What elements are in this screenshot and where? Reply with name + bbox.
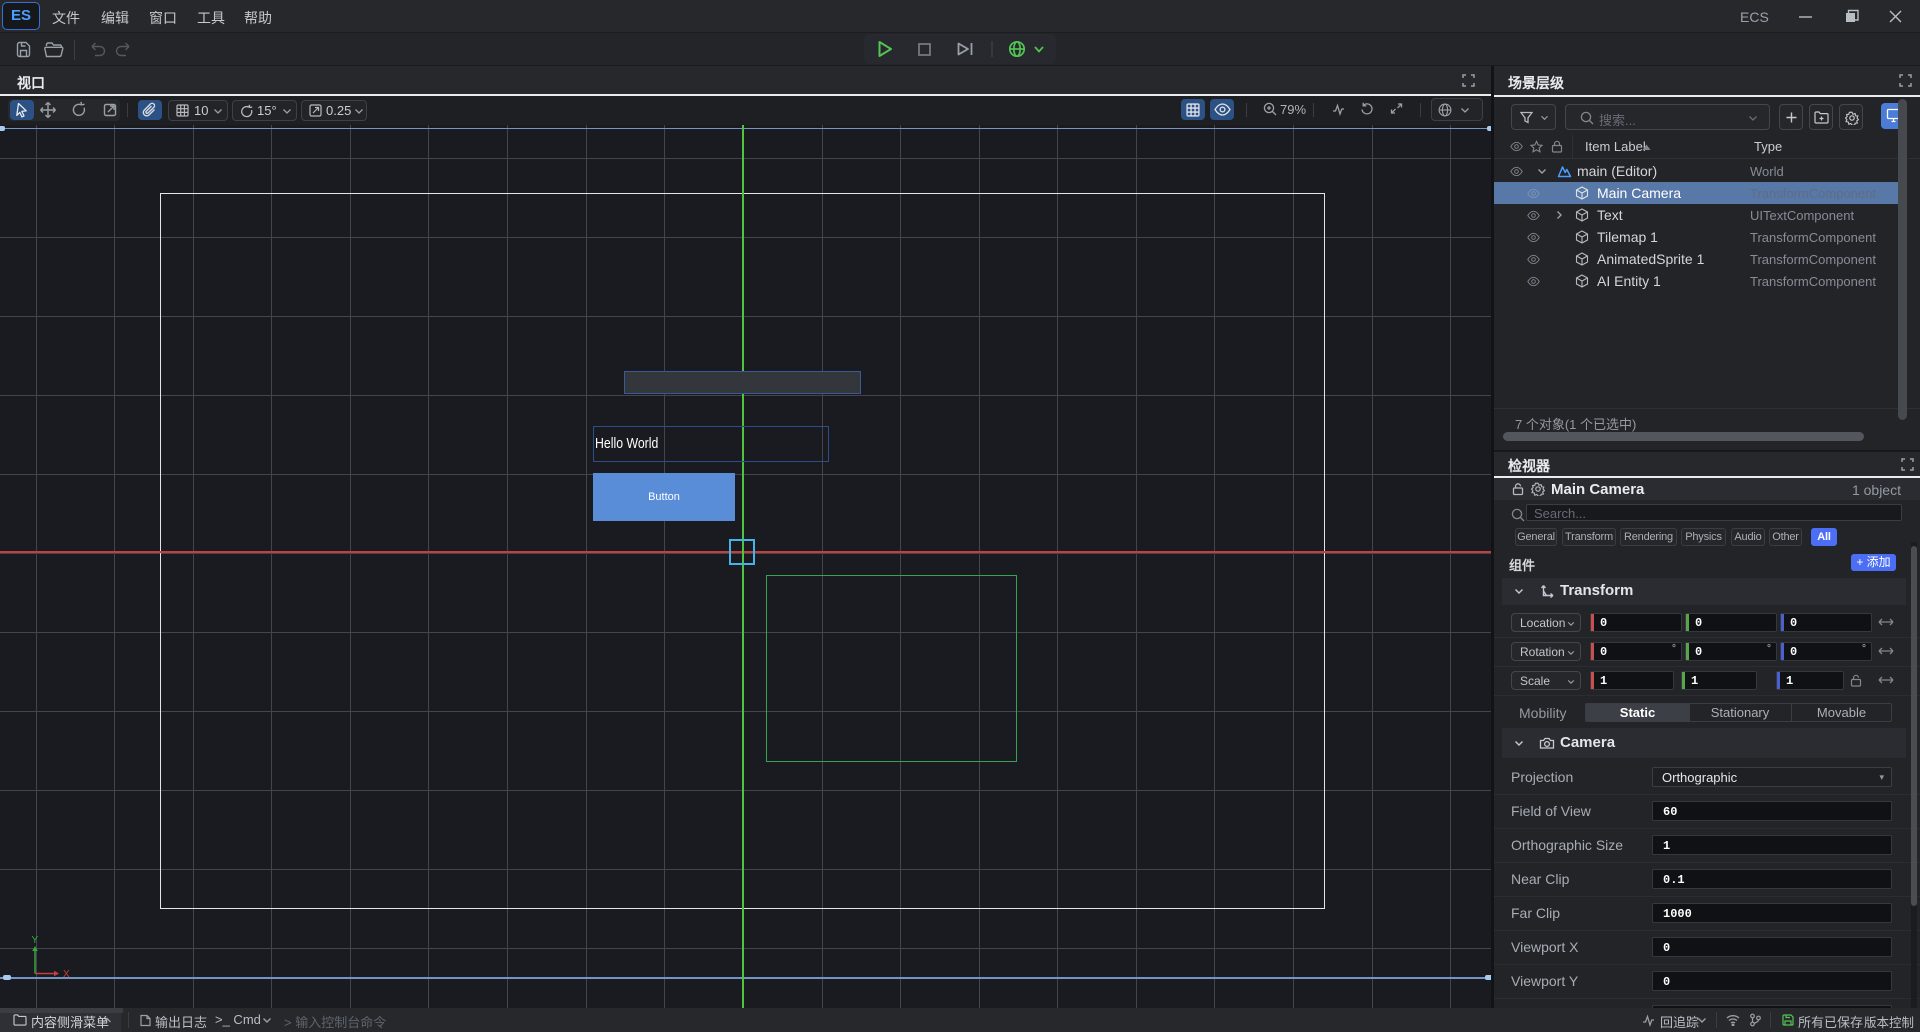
svg-text:Y: Y [32,935,39,946]
svg-text:X: X [63,969,70,980]
